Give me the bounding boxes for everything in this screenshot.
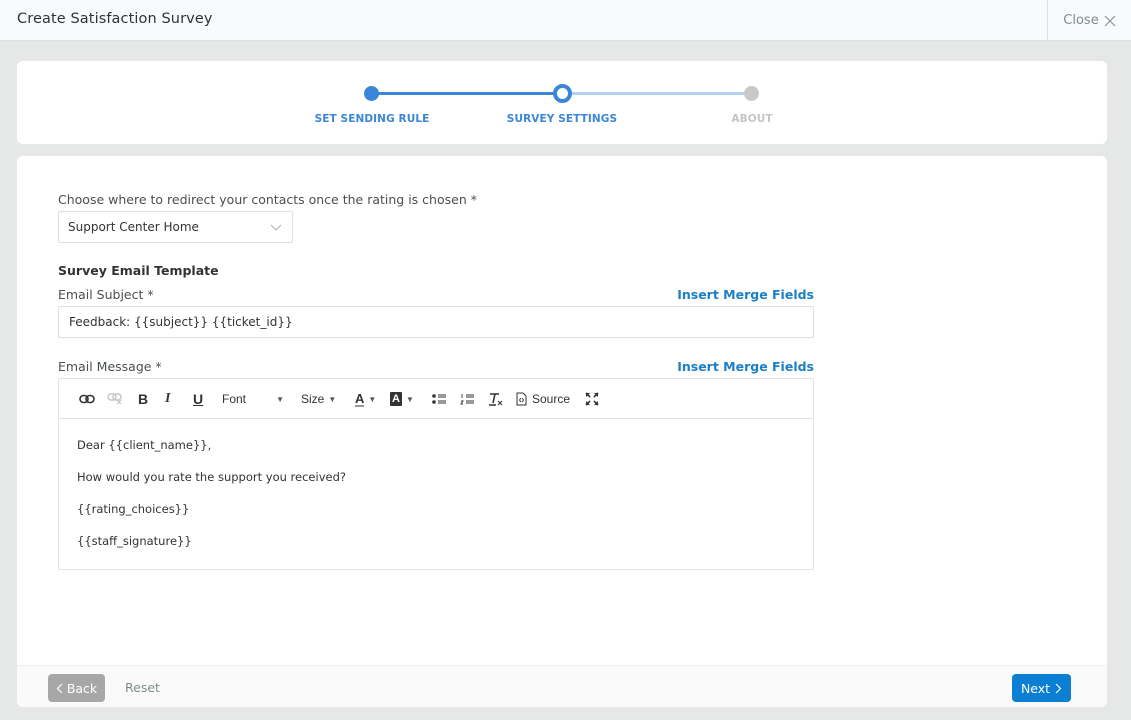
source-label: Source (532, 392, 571, 406)
template-section-title: Survey Email Template (58, 263, 219, 278)
message-line: {{rating_choices}} (77, 502, 190, 516)
chevron-down-icon (270, 224, 282, 231)
background-color-button[interactable]: A ▼ (390, 389, 414, 409)
page-title: Create Satisfaction Survey (17, 11, 213, 27)
modal-header: Create Satisfaction Survey Close (0, 0, 1131, 41)
survey-settings-form: Choose where to redirect your contacts o… (17, 156, 1107, 707)
step-connector-pending (562, 92, 752, 95)
maximize-icon (585, 392, 599, 406)
size-dropdown-label: Size (301, 392, 325, 406)
redirect-select[interactable]: Support Center Home (58, 211, 293, 243)
next-label: Next (1020, 680, 1051, 696)
remove-format-icon (489, 392, 503, 406)
source-icon (516, 392, 527, 406)
chevron-left-icon (56, 683, 63, 693)
editor-content[interactable]: Dear {{client_name}}, How would you rate… (59, 419, 813, 548)
close-button[interactable]: Close (1047, 0, 1131, 41)
caret-down-icon: ▼ (368, 394, 377, 404)
link-button[interactable] (79, 389, 95, 409)
source-button[interactable]: Source (516, 389, 570, 409)
redirect-label: Choose where to redirect your contacts o… (58, 192, 477, 207)
email-message-label: Email Message * (58, 359, 162, 374)
email-subject-label: Email Subject * (58, 287, 154, 302)
close-icon (1104, 15, 1116, 26)
bold-button[interactable]: B (138, 389, 148, 409)
underline-button[interactable]: U (193, 389, 203, 409)
caret-down-icon: ▼ (276, 394, 284, 404)
email-subject-input[interactable]: Feedback: {{subject}} {{ticket_id}} (58, 306, 814, 338)
italic-button[interactable]: I (165, 389, 170, 409)
back-label: Back (66, 680, 98, 696)
link-icon (79, 394, 95, 404)
numbered-list-button[interactable] (460, 389, 474, 409)
message-insert-merge-fields-link[interactable]: Insert Merge Fields (677, 359, 814, 374)
caret-down-icon: ▼ (328, 394, 337, 404)
back-button[interactable]: Back (48, 674, 105, 702)
message-line: {{staff_signature}} (77, 534, 192, 548)
step-3-dot (744, 86, 759, 101)
text-color-button[interactable]: A ▼ (355, 389, 376, 409)
subject-insert-merge-fields-link[interactable]: Insert Merge Fields (677, 287, 814, 302)
step-1-dot[interactable] (364, 86, 379, 101)
bulleted-list-icon (432, 394, 446, 404)
message-line: How would you rate the support you recei… (77, 470, 346, 484)
chevron-right-icon (1055, 683, 1062, 693)
reset-button[interactable]: Reset (125, 680, 160, 695)
step-connector-completed (372, 92, 562, 95)
email-message-editor: B I U Font ▼ Size ▼ A ▼ A ▼ Source Dear … (58, 378, 814, 570)
redirect-selected-value: Support Center Home (68, 220, 199, 234)
caret-down-icon: ▼ (405, 394, 414, 404)
unlink-icon (107, 393, 122, 405)
text-color-icon: A (355, 390, 365, 407)
numbered-list-icon (460, 393, 474, 404)
font-dropdown-label: Font (222, 392, 247, 406)
remove-format-button[interactable] (488, 389, 504, 409)
step-2-label: SURVEY SETTINGS (506, 113, 618, 125)
step-1-label[interactable]: SET SENDING RULE (277, 113, 467, 125)
font-dropdown[interactable]: Font ▼ (222, 389, 284, 409)
step-3-label: ABOUT (731, 113, 773, 125)
unlink-button[interactable] (107, 389, 123, 409)
message-line: Dear {{client_name}}, (77, 438, 212, 452)
editor-toolbar: B I U Font ▼ Size ▼ A ▼ A ▼ Source (59, 379, 813, 419)
maximize-button[interactable] (585, 389, 599, 409)
next-button[interactable]: Next (1012, 674, 1071, 702)
wizard-stepper: SET SENDING RULE SURVEY SETTINGS ABOUT (17, 61, 1107, 144)
background-color-icon: A (390, 392, 402, 406)
size-dropdown[interactable]: Size ▼ (301, 389, 336, 409)
form-footer: Back Reset Next (17, 665, 1107, 707)
step-2-dot (553, 84, 572, 103)
close-label: Close (1063, 13, 1099, 28)
bulleted-list-button[interactable] (432, 389, 446, 409)
